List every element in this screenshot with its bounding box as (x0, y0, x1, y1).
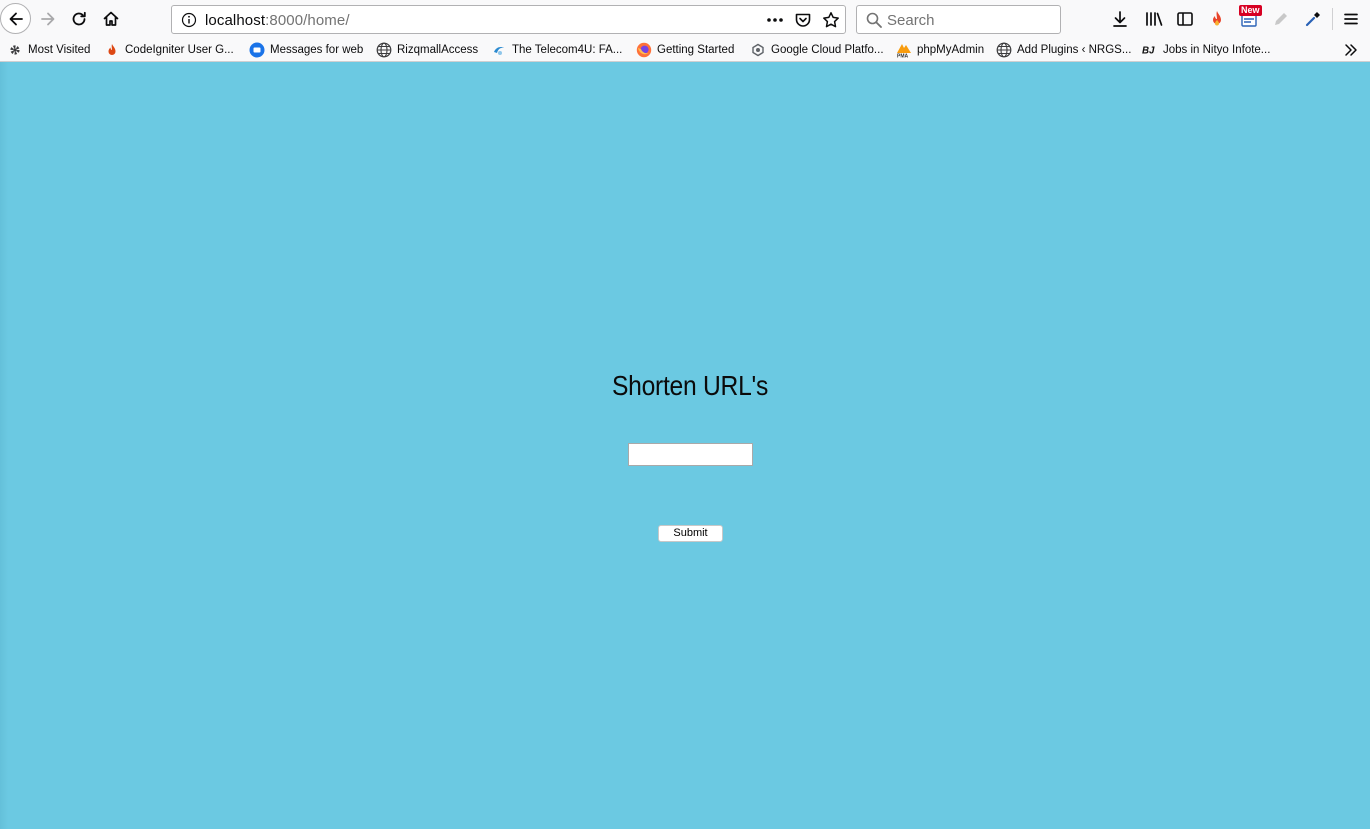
search-input[interactable] (887, 9, 1057, 31)
chevron-double-right-icon (1345, 44, 1357, 56)
bookmark-nityo-jobs[interactable]: BJ Jobs in Nityo Infote... (1142, 41, 1270, 59)
menu-button[interactable] (1339, 7, 1363, 31)
globe-icon (376, 42, 392, 58)
pocket-icon[interactable] (792, 10, 814, 30)
bj-icon: BJ (1142, 42, 1158, 58)
bookmark-most-visited[interactable]: Most Visited (7, 41, 90, 59)
extension-eyedropper-button[interactable] (1301, 7, 1325, 31)
reload-button[interactable] (67, 6, 91, 32)
bookmark-label: Most Visited (28, 44, 91, 56)
url-host: localhost (205, 12, 266, 29)
reload-icon (72, 11, 86, 26)
bookmark-label: RizqmallAccess (397, 44, 479, 56)
navigation-row: localhost:8000/home/ Search New (0, 0, 1370, 38)
bookmark-label: Add Plugins ‹ NRGS... (1017, 44, 1132, 56)
home-icon (103, 11, 119, 26)
svg-text:PMA: PMA (897, 54, 909, 59)
forward-button[interactable] (36, 6, 60, 32)
url-input[interactable] (628, 443, 753, 466)
downloads-button[interactable] (1108, 7, 1132, 31)
bookmark-label: CodeIgniter User G... (125, 44, 234, 56)
extension-pencil-button[interactable] (1269, 7, 1293, 31)
pma-icon: PMA (896, 42, 912, 58)
bookmarks-overflow-button[interactable] (1342, 42, 1360, 58)
globe-icon (996, 42, 1012, 58)
bookmark-google-cloud[interactable]: Google Cloud Platfo... (750, 41, 884, 59)
toolbar-divider (1332, 8, 1333, 30)
arrow-right-icon (41, 12, 55, 26)
sidebar-button[interactable] (1173, 7, 1197, 31)
bookmark-label: Messages for web (270, 44, 364, 56)
bookmark-label: The Telecom4U: FA... (512, 44, 623, 56)
firefox-icon (636, 42, 652, 58)
bookmark-messages[interactable]: Messages for web (249, 41, 363, 59)
bookmarks-toolbar: Most Visited CodeIgniter User G... Messa… (0, 38, 1370, 62)
cloud-icon (750, 42, 766, 58)
search-icon (865, 11, 883, 29)
extension-flame-button[interactable] (1205, 7, 1229, 31)
bookmark-getting-started[interactable]: Getting Started (636, 41, 734, 59)
sidebar-icon (1177, 12, 1193, 26)
svg-text:BJ: BJ (1142, 46, 1155, 57)
bookmark-codeigniter[interactable]: CodeIgniter User G... (104, 41, 234, 59)
bookmark-rizqmall[interactable]: RizqmallAccess (376, 41, 478, 59)
chat-icon (249, 42, 265, 58)
address-bar[interactable]: localhost:8000/home/ (171, 5, 846, 34)
info-icon[interactable] (180, 11, 198, 29)
bookmark-telecom4u[interactable]: The Telecom4U: FA... (491, 41, 622, 59)
search-bar[interactable] (856, 5, 1061, 34)
home-button[interactable] (99, 6, 123, 32)
bookmark-phpmyadmin[interactable]: PMA phpMyAdmin (896, 41, 984, 59)
library-button[interactable] (1142, 7, 1166, 31)
new-badge: New (1239, 5, 1262, 16)
pencil-icon (1275, 13, 1287, 25)
page-title: Shorten URL's (611, 370, 769, 401)
gear-icon (7, 42, 23, 58)
viewport-edge-shadow (0, 62, 8, 829)
browser-toolbar: localhost:8000/home/ Search New Most Vis… (0, 0, 1370, 62)
bookmark-add-plugins[interactable]: Add Plugins ‹ NRGS... (996, 41, 1131, 59)
download-icon (1113, 11, 1127, 27)
bookmark-label: Getting Started (657, 44, 735, 56)
address-text[interactable]: localhost:8000/home/ (205, 12, 350, 29)
eyedropper-icon (1305, 12, 1320, 27)
flame-icon (1213, 11, 1221, 26)
more-horizontal-icon[interactable] (764, 10, 786, 30)
page-viewport: Shorten URL's Submit (0, 62, 1370, 829)
back-button[interactable] (0, 3, 31, 34)
bookmark-label: Jobs in Nityo Infote... (1163, 44, 1271, 56)
arrow-left-icon (9, 12, 23, 25)
hamburger-menu-icon (1344, 13, 1358, 25)
url-path: :8000/home/ (265, 12, 350, 29)
telecom-icon (491, 42, 507, 58)
library-icon (1146, 12, 1163, 26)
bookmark-label: phpMyAdmin (917, 44, 985, 56)
flame-icon (104, 42, 120, 58)
submit-button[interactable]: Submit (658, 525, 723, 542)
star-icon[interactable] (820, 10, 842, 30)
bookmark-label: Google Cloud Platfo... (771, 44, 884, 56)
